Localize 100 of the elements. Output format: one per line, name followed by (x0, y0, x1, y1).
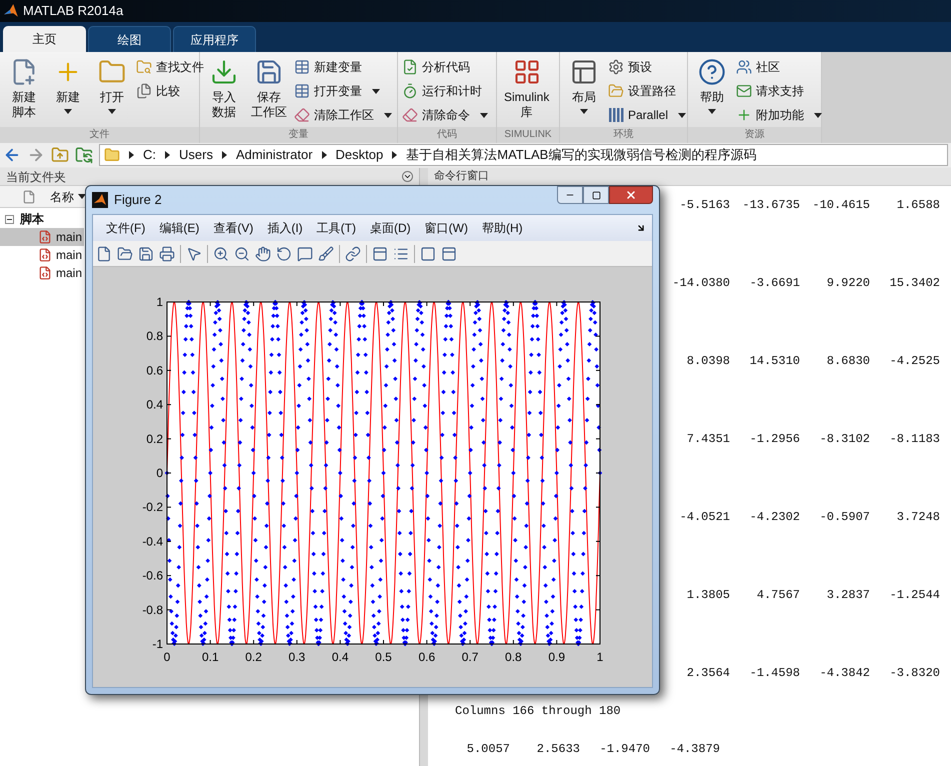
address-field[interactable]: C: Users Administrator Desktop 基于自相关算法MATLAB编写的实现微弱信号检测的程序源码 (99, 144, 948, 166)
menu-item[interactable]: 桌面(D) (362, 219, 418, 237)
output-value: -1.2544 (888, 587, 940, 604)
menu-item[interactable]: 窗口(W) (418, 219, 475, 237)
folder-browse-icon[interactable] (75, 146, 93, 164)
ribbon-tab[interactable]: 应用程序 (173, 26, 256, 52)
ribbon-tab[interactable]: 主页 (3, 26, 86, 52)
panel-title: 命令行窗口 (434, 170, 489, 183)
menu-item[interactable]: 查看(V) (206, 219, 260, 237)
chevron-icon (392, 151, 398, 159)
output-value: 1.3805 (686, 587, 730, 604)
ribbon-button[interactable]: 布局 (564, 52, 604, 127)
ribbon-menu-item[interactable]: 运行和计时 (402, 80, 488, 102)
output-value: 14.5310 (748, 353, 800, 370)
folder-icon[interactable] (117, 246, 133, 262)
zoom-out-icon[interactable] (234, 246, 250, 262)
output-text: Columns 166 through 180 (455, 704, 621, 718)
output-value: -1.9470 (598, 741, 650, 758)
back-icon[interactable] (3, 146, 21, 164)
ribbon-menu-item[interactable]: 社区 (736, 56, 822, 78)
ribbon-button[interactable]: 新建 (48, 52, 88, 127)
collapse-icon[interactable] (5, 214, 14, 224)
ribbon-button[interactable]: 保存 工作区 (248, 52, 290, 127)
ribbon-menu-item[interactable]: 设置路径 (608, 80, 686, 102)
chevron-icon (222, 151, 227, 159)
ribbon-menu-item[interactable]: 清除工作区 (294, 104, 392, 126)
restore-button[interactable] (583, 186, 609, 204)
download-icon (210, 58, 238, 86)
axis-tick-label: 0 (156, 466, 163, 480)
menu-item[interactable]: 插入(I) (260, 219, 310, 237)
square-icon[interactable] (420, 246, 436, 262)
output-value: 3.2837 (826, 587, 870, 604)
ribbon-menu-item[interactable]: 请求支持 (736, 80, 822, 102)
save-icon[interactable] (138, 246, 154, 262)
path-segment[interactable]: C: (143, 145, 156, 165)
group-title: 资源 (688, 127, 821, 143)
hand-icon[interactable] (255, 246, 271, 262)
panel-menu-icon[interactable] (402, 171, 413, 182)
ribbon-tab[interactable]: 绘图 (88, 26, 171, 52)
ribbon-button[interactable]: Simulink 库 (501, 52, 552, 127)
eraser-icon (402, 107, 418, 123)
path-segment[interactable]: 基于自相关算法MATLAB编写的实现微弱信号检测的程序源码 (406, 145, 756, 165)
group-title: 文件 (0, 127, 199, 143)
bars-icon (608, 107, 624, 123)
chevron-icon (129, 151, 134, 159)
ribbon-menu-item[interactable]: 清除命令 (402, 104, 488, 126)
path-segment[interactable]: Administrator (236, 145, 313, 165)
ribbon-button[interactable]: 导入 数据 (204, 52, 244, 127)
output-value: -4.3879 (668, 741, 720, 758)
tree-folder[interactable]: 脚本 (0, 210, 48, 228)
ribbon-menu-item[interactable]: 预设 (608, 56, 686, 78)
ribbon-menu-item[interactable]: 打开变量 (294, 80, 392, 102)
ribbon-button[interactable]: 打开 (92, 52, 132, 127)
close-icon (625, 189, 637, 201)
path-segment[interactable]: Users (179, 145, 213, 165)
axis-tick-label: 0.8 (505, 650, 522, 664)
dock-icon[interactable] (636, 223, 646, 233)
file-check-icon (402, 59, 418, 75)
output-value: 4.7567 (756, 587, 800, 604)
pointer-icon[interactable] (186, 246, 202, 262)
file-item[interactable]: main (0, 228, 84, 246)
axis-tick-label: 1 (156, 295, 163, 309)
axis-tick-label: 0.9 (548, 650, 566, 664)
window-title: Figure 2 (114, 191, 162, 210)
ribbon-menu-item[interactable]: 附加功能 (736, 104, 822, 126)
link-icon[interactable] (345, 246, 361, 262)
ribbon-menu-item[interactable]: 新建变量 (294, 56, 392, 78)
chevron-icon (322, 151, 327, 159)
print-icon[interactable] (159, 246, 175, 262)
mail-icon (736, 83, 752, 99)
ribbon-menu-item[interactable]: 分析代码 (402, 56, 488, 78)
folder-icon (104, 147, 120, 163)
file-item[interactable]: main (0, 264, 84, 282)
brush-icon[interactable] (318, 246, 334, 262)
output-value: -13.6735 (741, 197, 800, 214)
output-value: -14.0380 (671, 275, 730, 292)
menu-item[interactable]: 工具(T) (310, 219, 363, 237)
menu-item[interactable]: 帮助(H) (474, 219, 530, 237)
group-title: 环境 (560, 127, 687, 143)
ribbon-menu-item[interactable]: Parallel (608, 104, 686, 126)
ribbon-menu-item[interactable]: 查找文件 (136, 56, 204, 78)
output-value: -8.3102 (818, 431, 870, 448)
panel-icon[interactable] (441, 246, 457, 262)
path-segment[interactable]: Desktop (336, 145, 384, 165)
axis-tick-label: 0.6 (146, 363, 163, 378)
ribbon-menu-item[interactable]: 比较 (136, 80, 204, 102)
file-item[interactable]: main (0, 246, 84, 264)
close-button[interactable] (609, 186, 653, 204)
menu-item[interactable]: 编辑(E) (152, 219, 206, 237)
output-value: 8.6830 (826, 353, 870, 370)
new-file-icon[interactable] (96, 246, 112, 262)
menu-item[interactable]: 文件(F) (99, 219, 152, 237)
ribbon-button[interactable]: 新建 脚本 (4, 52, 44, 127)
axis-tick-label: 0.6 (418, 650, 436, 664)
zoom-in-icon[interactable] (213, 246, 229, 262)
column-header[interactable]: 名称 (50, 188, 86, 206)
ribbon-button[interactable]: 帮助 (692, 52, 732, 127)
rotate-icon[interactable] (276, 246, 292, 262)
output-value: -4.3842 (818, 665, 870, 682)
eraser-icon (294, 107, 310, 123)
